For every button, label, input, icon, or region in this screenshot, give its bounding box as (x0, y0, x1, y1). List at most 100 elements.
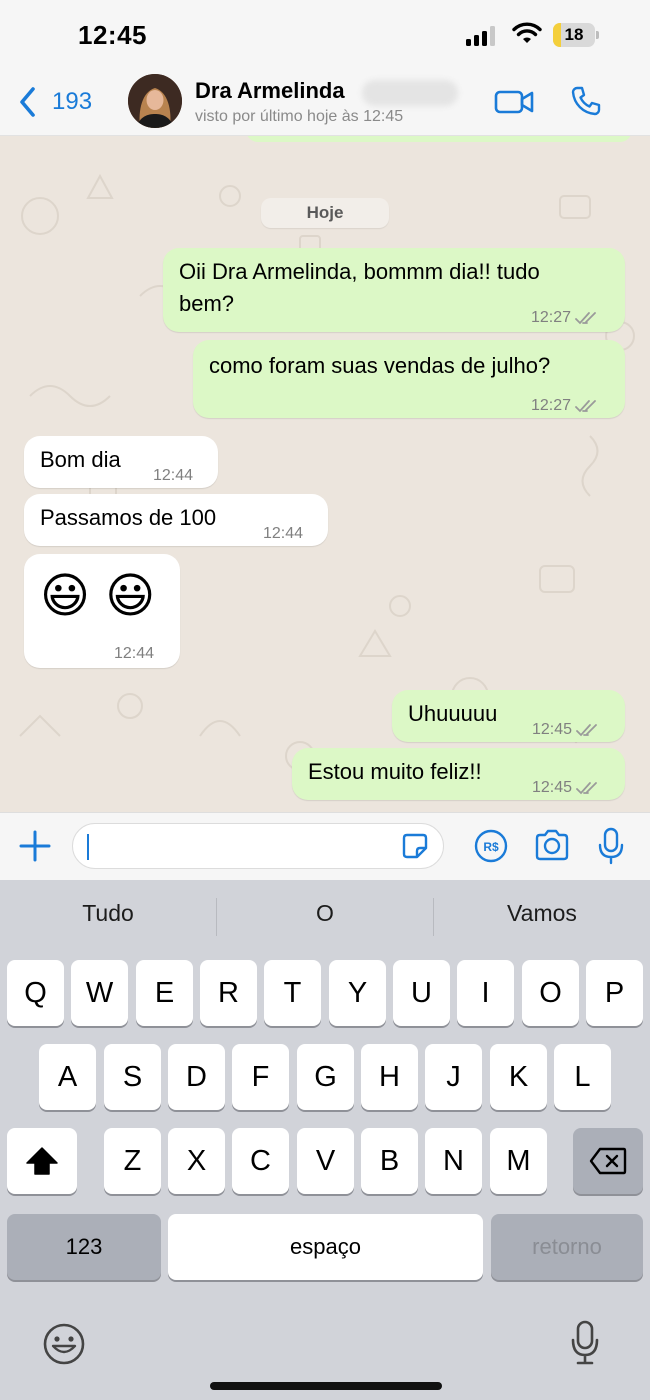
message-text: como foram suas vendas de julho? (209, 353, 551, 378)
numbers-key[interactable]: 123 (7, 1214, 161, 1280)
suggestion-bar: Tudo O Vamos (0, 880, 650, 952)
wifi-icon (512, 22, 542, 43)
suggestion-3[interactable]: Vamos (434, 900, 650, 927)
message-input[interactable] (72, 823, 444, 869)
unread-count: 193 (52, 88, 93, 115)
key-j[interactable]: J (425, 1044, 482, 1110)
key-m[interactable]: M (490, 1128, 547, 1194)
message-bubble-incoming[interactable]: 😃 😃 12:44 (24, 554, 180, 668)
battery-body: 18 (553, 23, 595, 47)
double-check-icon (576, 782, 597, 795)
phone-icon[interactable] (570, 85, 602, 117)
key-a[interactable]: A (39, 1044, 96, 1110)
message-bubble-incoming[interactable]: Passamos de 100 12:44 (24, 494, 328, 546)
shift-key[interactable] (7, 1128, 77, 1194)
message-time: 12:44 (153, 467, 194, 484)
microphone-icon[interactable] (598, 827, 624, 865)
chevron-left-icon (20, 87, 35, 117)
video-call-icon[interactable] (494, 88, 534, 116)
key-d[interactable]: D (168, 1044, 225, 1110)
message-bubble-incoming[interactable]: Bom dia 12:44 (24, 436, 218, 488)
message-bubble-outgoing[interactable]: Estou muito feliz!! 12:45 (292, 748, 625, 800)
message-meta: 12:27 (531, 390, 597, 422)
emoji-message: 😃 😃 (40, 568, 156, 624)
key-v[interactable]: V (297, 1128, 354, 1194)
keyboard: Tudo O Vamos Q W E R T Y U I O P A S D F… (0, 880, 650, 1400)
text-caret (87, 834, 89, 860)
sticker-icon[interactable] (401, 832, 429, 860)
key-b[interactable]: B (361, 1128, 418, 1194)
shift-icon (26, 1147, 58, 1175)
message-bubble-outgoing[interactable]: como foram suas vendas de julho? 12:27 (193, 340, 625, 418)
contact-name[interactable]: Dra Armelinda (195, 78, 345, 104)
key-i[interactable]: I (457, 960, 514, 1026)
double-check-icon (575, 400, 596, 413)
key-p[interactable]: P (586, 960, 643, 1026)
message-text: Estou muito feliz!! (308, 759, 482, 784)
back-button[interactable]: 193 (18, 84, 92, 120)
return-key[interactable]: retorno (491, 1214, 643, 1280)
message-time: 12:44 (114, 645, 155, 662)
date-separator: Hoje (261, 198, 389, 228)
pix-payment-icon[interactable]: R$ (474, 829, 508, 863)
key-r[interactable]: R (200, 960, 257, 1026)
message-meta: 12:45 (532, 772, 598, 804)
key-u[interactable]: U (393, 960, 450, 1026)
battery-percentage: 18 (564, 25, 584, 44)
double-check-icon (575, 312, 596, 325)
camera-icon[interactable] (534, 829, 570, 861)
battery-icon: 18 (553, 23, 599, 47)
key-h[interactable]: H (361, 1044, 418, 1110)
backspace-key[interactable] (573, 1128, 643, 1194)
message-time: 12:27 (531, 309, 572, 326)
suggestion-1[interactable]: Tudo (0, 900, 216, 927)
avatar-image (128, 74, 182, 128)
backspace-icon (589, 1147, 627, 1175)
chat-header: 193 Dra Armelinda visto por último hoje … (0, 70, 650, 136)
message-text: Bom dia (40, 447, 121, 472)
key-e[interactable]: E (136, 960, 193, 1026)
suggestion-2[interactable]: O (217, 900, 433, 927)
status-bar: 12:45 18 (0, 0, 650, 70)
message-text: Oii Dra Armelinda, bommm dia!! tudo (179, 259, 540, 284)
message-time: 12:27 (531, 397, 572, 414)
key-s[interactable]: S (104, 1044, 161, 1110)
key-n[interactable]: N (425, 1128, 482, 1194)
key-y[interactable]: Y (329, 960, 386, 1026)
key-g[interactable]: G (297, 1044, 354, 1110)
key-x[interactable]: X (168, 1128, 225, 1194)
key-l[interactable]: L (554, 1044, 611, 1110)
message-time: 12:45 (532, 721, 573, 738)
key-o[interactable]: O (522, 960, 579, 1026)
key-f[interactable]: F (232, 1044, 289, 1110)
message-meta: 12:45 (532, 714, 598, 746)
space-key[interactable]: espaço (168, 1214, 483, 1280)
previous-message-bubble (246, 136, 632, 142)
plus-icon[interactable] (18, 829, 52, 863)
status-time: 12:45 (78, 20, 147, 50)
double-check-icon (576, 724, 597, 737)
avatar[interactable] (128, 74, 182, 128)
dictation-icon[interactable] (570, 1320, 600, 1366)
home-indicator (210, 1382, 442, 1390)
chat-area[interactable]: Hoje Oii Dra Armelinda, bommm dia!! tudo… (0, 136, 650, 812)
message-bubble-outgoing[interactable]: Oii Dra Armelinda, bommm dia!! tudo bem?… (163, 248, 625, 332)
redacted-surname (362, 80, 458, 106)
message-bubble-outgoing[interactable]: Uhuuuuu 12:45 (392, 690, 625, 742)
message-text: Passamos de 100 (40, 505, 217, 530)
message-text: Uhuuuuu (408, 701, 498, 726)
battery-tip (596, 31, 599, 39)
key-w[interactable]: W (71, 960, 128, 1026)
emoji-icon[interactable] (42, 1322, 86, 1366)
key-c[interactable]: C (232, 1128, 289, 1194)
key-k[interactable]: K (490, 1044, 547, 1110)
svg-text:R$: R$ (483, 840, 499, 854)
last-seen-status: visto por último hoje às 12:45 (195, 108, 404, 125)
signal-icon (466, 26, 495, 46)
message-text-line2: bem? (179, 291, 235, 316)
key-t[interactable]: T (264, 960, 321, 1026)
message-input-bar: R$ (0, 812, 650, 880)
key-q[interactable]: Q (7, 960, 64, 1026)
key-z[interactable]: Z (104, 1128, 161, 1194)
message-meta: 12:27 (531, 302, 597, 334)
